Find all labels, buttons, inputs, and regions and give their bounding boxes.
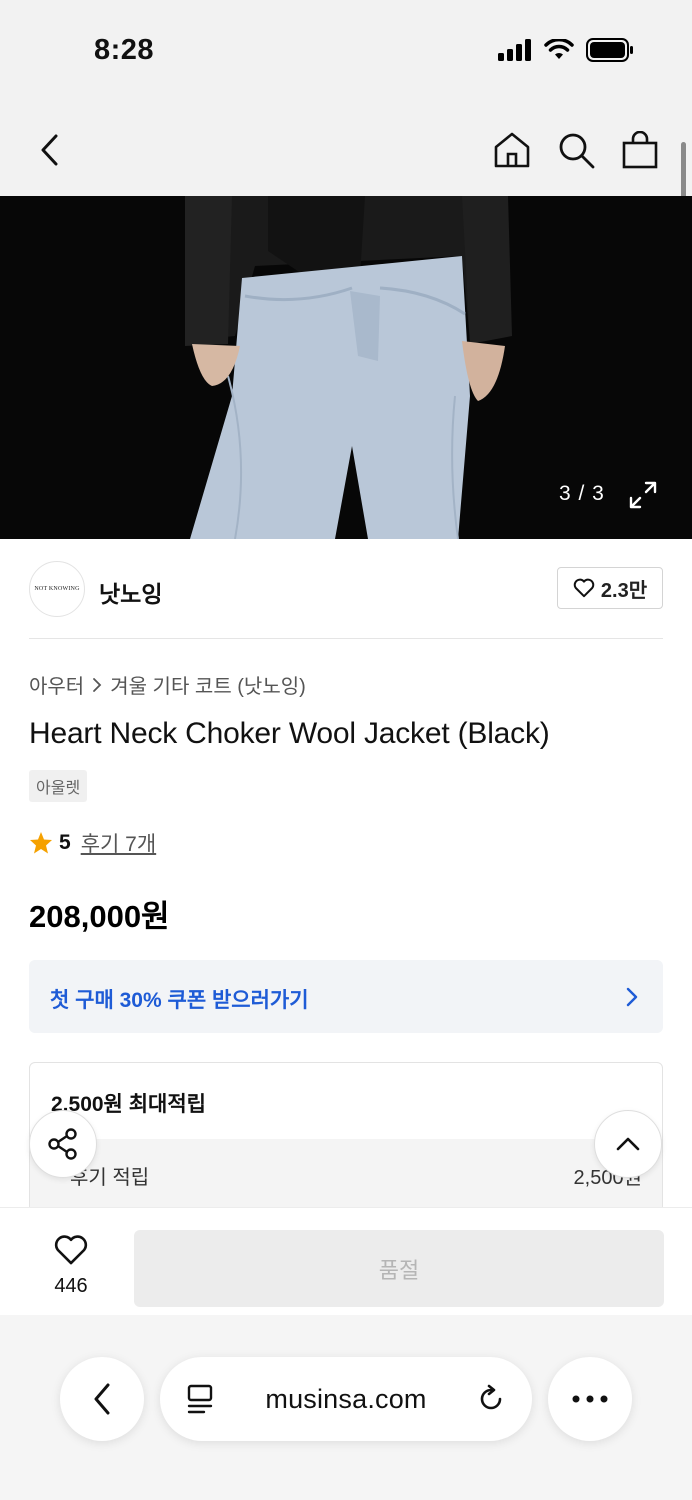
home-button[interactable] [490,128,534,172]
brand-like-count: 2.3만 [600,579,648,602]
heart-icon [573,578,595,598]
scroll-top-button[interactable] [594,1110,662,1178]
share-button[interactable] [29,1110,97,1178]
image-counter: 3 / 3 [559,482,605,505]
wifi-icon [544,39,574,59]
status-icons [498,38,634,62]
points-row: 후기 적립 2,500원 [30,1139,662,1211]
wish-count: 446 [54,1275,88,1297]
battery-icon [586,38,633,62]
shopping-bag-icon [622,131,658,169]
brand-name[interactable]: 낫노잉 [99,575,162,609]
purchase-bar: 446 품절 [0,1207,692,1315]
soldout-button[interactable]: 품절 [134,1230,664,1307]
coupon-text: 첫 구매 30% 쿠폰 받으러가기 [50,989,309,1012]
chevron-right-icon [93,677,102,692]
status-bar: 8:28 [0,0,692,104]
chevron-up-icon [616,1137,640,1151]
chevron-right-icon [626,987,638,1007]
home-icon [494,132,530,168]
breadcrumb-subcategory[interactable]: 겨울 기타 코트 (낫노잉) [110,670,306,699]
scrollbar[interactable] [681,142,686,202]
back-button[interactable] [28,128,72,172]
browser-toolbar: musinsa.com [0,1315,692,1500]
star-icon [30,832,52,854]
chevron-left-icon [94,1383,110,1415]
more-icon [572,1395,608,1403]
brand-row[interactable]: NOT KNOWING 낫노잉 2.3만 [29,561,663,617]
browser-more-button[interactable] [548,1357,632,1441]
search-button[interactable] [554,128,598,172]
outlet-tag: 아울렛 [29,770,88,802]
signal-icon [498,39,531,61]
wish-button[interactable]: 446 [40,1234,102,1298]
cart-button[interactable] [618,128,662,172]
rating-score: 5 [59,831,71,854]
heart-icon [54,1235,88,1265]
points-box: 2,500원 최대적립 후기 적립 2,500원 [29,1062,663,1212]
share-icon [48,1128,77,1160]
review-link[interactable]: 후기 7개 [81,828,156,858]
expand-image-button[interactable] [628,480,658,510]
browser-back-button[interactable] [60,1357,144,1441]
brand-like-button[interactable]: 2.3만 [557,567,663,609]
breadcrumb: 아우터 겨울 기타 코트 (낫노잉) [29,670,306,699]
breadcrumb-category[interactable]: 아우터 [29,670,84,699]
brand-logo[interactable]: NOT KNOWING [29,561,85,617]
search-icon [559,133,595,169]
page-menu-icon [187,1384,213,1414]
chevron-left-icon [41,134,58,166]
address-bar[interactable]: musinsa.com [160,1357,532,1441]
price: 208,000원 [29,899,170,934]
url-text: musinsa.com [265,1383,427,1414]
product-title: Heart Neck Choker Wool Jacket (Black) [29,717,550,750]
coupon-banner[interactable]: 첫 구매 30% 쿠폰 받으러가기 [29,960,663,1033]
status-time: 8:28 [94,34,155,66]
rating: 5 후기 7개 [29,828,156,858]
divider [29,638,663,639]
expand-icon [629,481,657,509]
app-header [0,104,692,196]
reload-icon[interactable] [476,1384,506,1414]
